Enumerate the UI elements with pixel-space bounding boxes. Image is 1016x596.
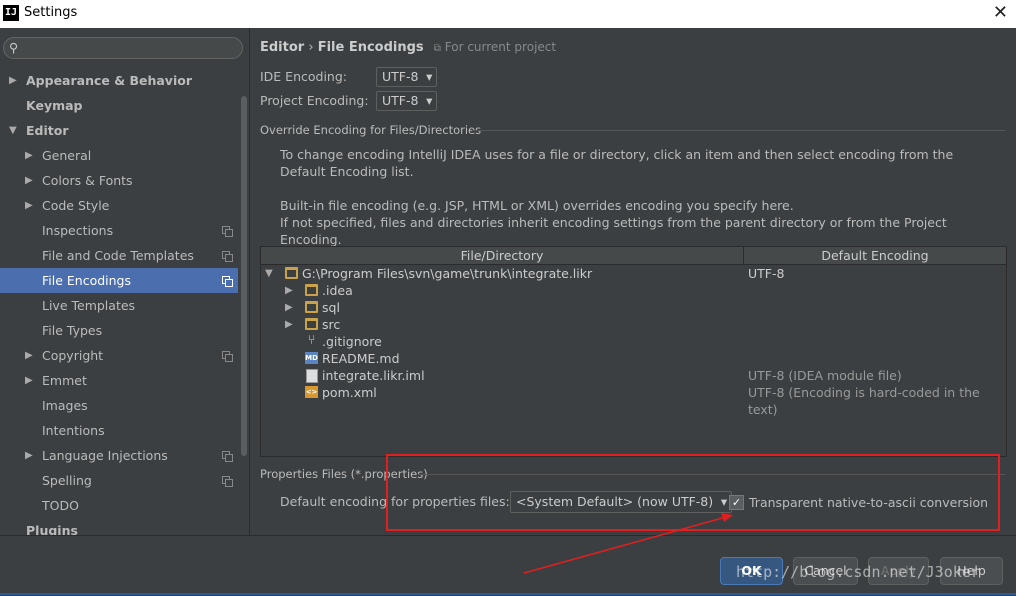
expand-arrow-icon[interactable]: ▶ — [25, 368, 33, 393]
scope-label: ⧉ For current project — [433, 40, 557, 54]
sidebar-item-file-types[interactable]: File Types — [0, 318, 238, 343]
table-row[interactable]: ⑂ .gitignore — [261, 333, 1006, 350]
ide-encoding-label: IDE Encoding: — [260, 69, 347, 84]
settings-tree: ▶ Appearance & Behavior Keymap ▼ Editor … — [0, 68, 238, 535]
markdown-icon: MD — [305, 352, 318, 364]
project-scope-icon — [222, 476, 233, 487]
folder-icon — [305, 301, 318, 313]
expand-arrow-icon[interactable]: ▶ — [285, 316, 293, 333]
project-scope-icon: ⧉ — [433, 43, 441, 54]
title-bar: IJ Settings ✕ — [0, 0, 1016, 28]
close-icon[interactable]: ✕ — [993, 3, 1008, 23]
project-scope-icon — [222, 226, 233, 237]
search-input[interactable]: ⚲ — [3, 37, 243, 59]
settings-sidebar: ⚲ ▶ Appearance & Behavior Keymap ▼ Edito… — [0, 28, 250, 535]
project-scope-icon — [222, 351, 233, 362]
table-row[interactable]: ▶ src — [261, 316, 1006, 333]
override-help-text: To change encoding IntelliJ IDEA uses fo… — [280, 147, 954, 179]
git-icon: ⑂ — [307, 333, 316, 348]
folder-icon — [305, 318, 318, 330]
override-help-builtin: Built-in file encoding (e.g. JSP, HTML o… — [280, 198, 794, 213]
breadcrumb: Editor › File Encodings ⧉ For current pr… — [260, 40, 556, 55]
expand-arrow-icon[interactable]: ▶ — [25, 443, 33, 468]
expand-arrow-icon[interactable]: ▶ — [25, 143, 33, 168]
expand-arrow-icon[interactable]: ▶ — [285, 299, 293, 316]
breadcrumb-parent: Editor — [260, 40, 305, 55]
xml-file-icon: <> — [305, 386, 318, 398]
sidebar-item-spelling[interactable]: Spelling — [0, 468, 238, 493]
sidebar-item-inspections[interactable]: Inspections — [0, 218, 238, 243]
iml-file-icon — [306, 369, 318, 383]
sidebar-item-file-encodings[interactable]: File Encodings — [0, 268, 238, 293]
project-encoding-label: Project Encoding: — [260, 93, 369, 108]
table-row[interactable]: ▼ G:\Program Files\svn\game\trunk\integr… — [261, 265, 1006, 282]
sidebar-item-images[interactable]: Images — [0, 393, 238, 418]
sidebar-item-copyright[interactable]: ▶ Copyright — [0, 343, 238, 368]
folder-icon — [305, 284, 318, 296]
table-row[interactable]: <> pom.xml UTF-8 (Encoding is hard-coded… — [261, 384, 1006, 417]
sidebar-item-colors-fonts[interactable]: ▶ Colors & Fonts — [0, 168, 238, 193]
collapse-arrow-icon[interactable]: ▼ — [265, 265, 273, 282]
sidebar-item-code-style[interactable]: ▶ Code Style — [0, 193, 238, 218]
expand-arrow-icon[interactable]: ▶ — [25, 168, 33, 193]
expand-arrow-icon[interactable]: ▶ — [285, 282, 293, 299]
expand-arrow-icon[interactable]: ▶ — [9, 68, 17, 93]
table-row[interactable]: ▶ .idea — [261, 282, 1006, 299]
sidebar-item-live-templates[interactable]: Live Templates — [0, 293, 238, 318]
encoding-table[interactable]: File/Directory Default Encoding ▼ G:\Pro… — [260, 246, 1007, 457]
search-icon: ⚲ — [9, 40, 19, 55]
scrollbar-thumb[interactable] — [241, 96, 247, 456]
expand-arrow-icon[interactable]: ▶ — [25, 193, 33, 218]
sidebar-item-editor[interactable]: ▼ Editor — [0, 118, 238, 143]
intellij-app-icon: IJ — [3, 5, 19, 21]
watermark: http://blog.csdn.net/J3oker — [736, 563, 980, 581]
collapse-arrow-icon[interactable]: ▼ — [9, 118, 17, 143]
override-help-inherit: If not specified, files and directories … — [280, 215, 947, 247]
sidebar-item-file-code-templates[interactable]: File and Code Templates — [0, 243, 238, 268]
project-encoding-select[interactable]: UTF-8 — [376, 91, 438, 111]
table-header: File/Directory Default Encoding — [261, 247, 1006, 265]
highlight-box — [386, 454, 1000, 531]
table-row[interactable]: ▶ sql — [261, 299, 1006, 316]
sidebar-item-todo[interactable]: TODO — [0, 493, 238, 518]
window-title: Settings — [24, 5, 78, 20]
breadcrumb-separator: › — [308, 40, 314, 55]
project-scope-icon — [222, 276, 233, 287]
sidebar-scrollbar[interactable] — [240, 68, 248, 462]
section-divider — [472, 130, 1005, 131]
column-header-file[interactable]: File/Directory — [261, 247, 744, 264]
page-title: File Encodings — [317, 40, 424, 55]
project-scope-icon — [222, 451, 233, 462]
table-row[interactable]: integrate.likr.iml UTF-8 (IDEA module fi… — [261, 367, 1006, 384]
sidebar-item-general[interactable]: ▶ General — [0, 143, 238, 168]
sidebar-item-appearance-behavior[interactable]: ▶ Appearance & Behavior — [0, 68, 238, 93]
project-scope-icon — [222, 251, 233, 262]
sidebar-item-intentions[interactable]: Intentions — [0, 418, 238, 443]
column-header-encoding[interactable]: Default Encoding — [744, 247, 1006, 264]
sidebar-item-language-injections[interactable]: ▶ Language Injections — [0, 443, 238, 468]
ide-encoding-select[interactable]: UTF-8 — [376, 67, 438, 87]
expand-arrow-icon[interactable]: ▶ — [25, 343, 33, 368]
sidebar-item-plugins[interactable]: Plugins — [0, 518, 238, 535]
override-section-title: Override Encoding for Files/Directories — [260, 122, 1005, 137]
sidebar-item-keymap[interactable]: Keymap — [0, 93, 238, 118]
folder-icon — [285, 267, 298, 279]
table-row[interactable]: MD README.md — [261, 350, 1006, 367]
sidebar-item-emmet[interactable]: ▶ Emmet — [0, 368, 238, 393]
